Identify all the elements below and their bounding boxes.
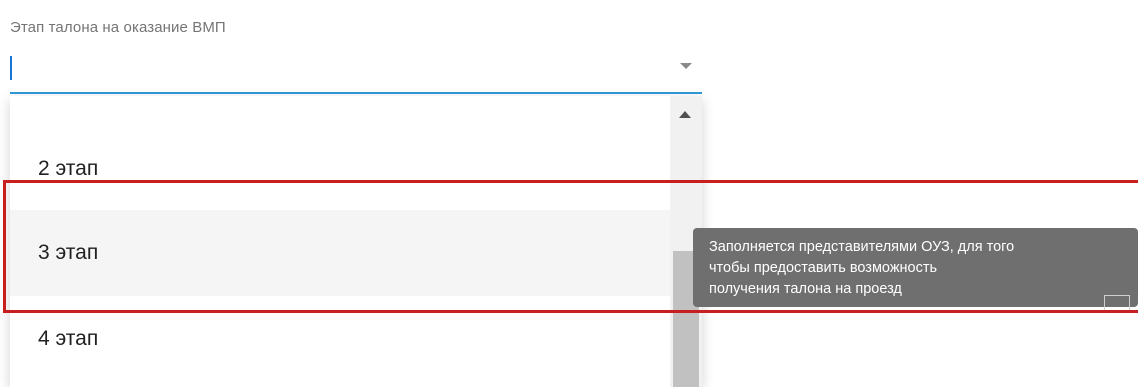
- chevron-down-icon[interactable]: [680, 63, 692, 69]
- dropdown-list: 2 этап 3 этап 4 этап: [10, 96, 702, 387]
- field-label: Этап талона на оказание ВМП: [10, 19, 226, 36]
- option-label: 2 этап: [38, 157, 99, 180]
- tooltip: Заполняется представителями ОУЗ, для тог…: [693, 228, 1138, 307]
- list-item[interactable]: 4 этап: [10, 296, 670, 382]
- stage-select-input[interactable]: [10, 50, 702, 94]
- list-item[interactable]: 2 этап: [10, 126, 670, 212]
- text-caret: [10, 56, 12, 80]
- faint-element: [1104, 295, 1130, 313]
- arrow-up-icon[interactable]: [679, 111, 691, 118]
- option-label: 3 этап: [38, 241, 99, 264]
- option-label: 4 этап: [38, 327, 99, 350]
- list-item[interactable]: 3 этап: [10, 210, 670, 296]
